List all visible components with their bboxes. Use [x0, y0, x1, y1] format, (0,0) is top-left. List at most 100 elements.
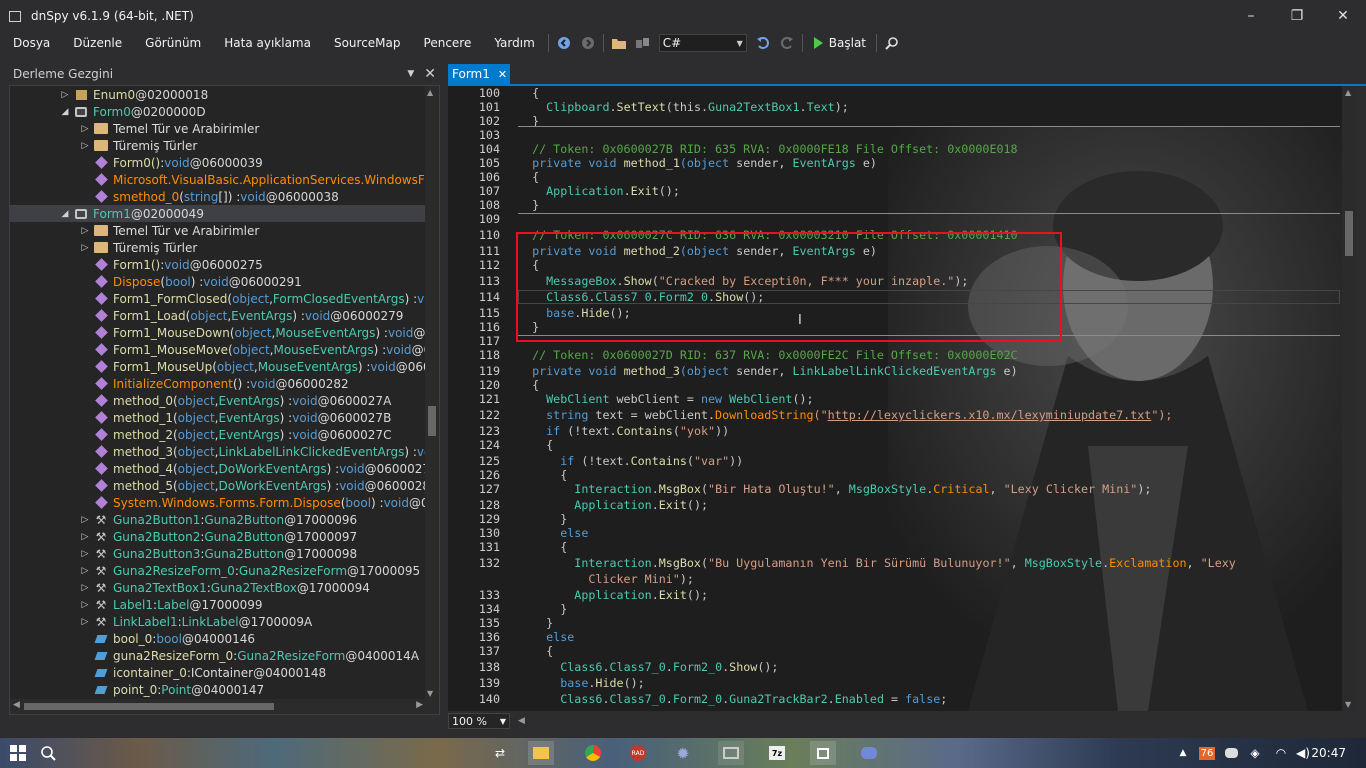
panel-close-icon[interactable]: ✕ — [424, 66, 436, 82]
code-line[interactable]: else — [518, 526, 588, 540]
tree-node[interactable]: smethod_0(string[]) : void @06000038 — [10, 188, 425, 205]
forward-icon[interactable] — [578, 33, 598, 53]
file-explorer-icon[interactable] — [528, 741, 554, 765]
expand-toggle-icon[interactable]: ▷ — [80, 120, 90, 137]
tree-node[interactable]: Microsoft.VisualBasic.ApplicationService… — [10, 171, 425, 188]
code-line[interactable]: { — [518, 644, 553, 658]
code-line[interactable]: private void method_1(object sender, Eve… — [518, 156, 877, 170]
tree-node[interactable]: Form1_FormClosed(object, FormClosedEvent… — [10, 290, 425, 307]
code-line[interactable]: Clicker Mini"); — [518, 572, 694, 586]
tree-node[interactable]: ▷ Enum0 @02000018 — [10, 86, 425, 103]
tree-node[interactable]: ▷ ⚒ Guna2TextBox1 : Guna2TextBox @17000094 — [10, 579, 425, 596]
expand-toggle-icon[interactable]: ▷ — [80, 137, 90, 154]
scroll-up-icon[interactable]: ▲ — [1345, 88, 1351, 97]
menu-window[interactable]: Pencere — [411, 36, 482, 50]
code-line[interactable]: // Token: 0x0600027B RID: 635 RVA: 0x000… — [518, 142, 1018, 156]
scroll-left-icon[interactable]: ◀ — [13, 700, 20, 710]
code-line[interactable]: if (!text.Contains("yok")) — [518, 424, 729, 438]
code-line[interactable]: { — [518, 378, 539, 392]
tree-node[interactable]: method_1(object, EventArgs) : void @0600… — [10, 409, 425, 426]
code-line[interactable]: Class6.Class7_0.Form2_0.Guna2TrackBar2.E… — [518, 692, 947, 706]
scroll-thumb[interactable] — [428, 406, 436, 436]
tree-node[interactable]: InitializeComponent() : void @06000282 — [10, 375, 425, 392]
menu-edit[interactable]: Düzenle — [60, 36, 132, 50]
code-line[interactable]: Interaction.MsgBox("Bu Uygulamanın Yeni … — [518, 556, 1236, 570]
assembly-tree[interactable]: ▷ Enum0 @02000018 ◢ Form0 @0200000D ▷ Temel T… — [9, 85, 440, 715]
tree-node[interactable]: ▷ Türemiş Türler — [10, 239, 425, 256]
tree-node[interactable]: Form0() : void @06000039 — [10, 154, 425, 171]
rad-icon[interactable]: RAD — [625, 741, 651, 765]
code-line[interactable]: { — [518, 170, 539, 184]
search-icon[interactable] — [882, 33, 902, 53]
scroll-thumb[interactable] — [1345, 211, 1353, 256]
tree-node[interactable]: Form1_Load(object, EventArgs) : void @06… — [10, 307, 425, 324]
scroll-thumb[interactable] — [24, 703, 274, 710]
code-line[interactable]: } — [518, 198, 539, 212]
wifi-icon[interactable]: ◠ — [1272, 741, 1290, 765]
tree-node[interactable]: Form1_MouseUp(object, MouseEventArgs) : … — [10, 358, 425, 375]
panel-menu-icon[interactable]: ▼ — [407, 69, 414, 79]
clock[interactable]: 20:47 — [1311, 738, 1346, 768]
expand-toggle-icon[interactable]: ▷ — [80, 528, 90, 545]
tree-node[interactable]: icontainer_0 : IContainer @04000148 — [10, 664, 425, 681]
tray-app-icon[interactable]: ◈ — [1246, 741, 1264, 765]
code-line[interactable]: Application.Exit(); — [518, 184, 680, 198]
tree-horizontal-scrollbar[interactable]: ◀ ▶ — [10, 699, 439, 714]
7zip-icon[interactable]: 7z — [764, 741, 790, 765]
expand-toggle-icon[interactable]: ▷ — [80, 579, 90, 596]
code-line[interactable]: Application.Exit(); — [518, 588, 708, 602]
tree-node[interactable]: ▷ ⚒ Guna2Button3 : Guna2Button @17000098 — [10, 545, 425, 562]
expand-toggle-icon[interactable]: ◢ — [60, 103, 70, 120]
menu-help[interactable]: Yardım — [481, 36, 544, 50]
expand-toggle-icon[interactable]: ▷ — [60, 86, 70, 103]
open-folder-icon[interactable] — [609, 33, 629, 53]
tray-chevron-icon[interactable]: ▲ — [1176, 741, 1190, 765]
app-gear-icon[interactable]: ✹ — [670, 741, 696, 765]
tray-discord-icon[interactable] — [1222, 741, 1240, 765]
tree-node[interactable]: ▷ Temel Tür ve Arabirimler — [10, 222, 425, 239]
code-line[interactable]: Clipboard.SetText(this.Guna2TextBox1.Tex… — [518, 100, 849, 114]
open-list-icon[interactable] — [633, 33, 653, 53]
code-line[interactable]: WebClient webClient = new WebClient(); — [518, 392, 813, 406]
tree-node[interactable]: method_0(object, EventArgs) : void @0600… — [10, 392, 425, 409]
code-line[interactable]: else — [518, 630, 574, 644]
expand-toggle-icon[interactable]: ◢ — [60, 205, 70, 222]
tree-node[interactable]: ◢ Form1 @02000049 — [10, 205, 425, 222]
tree-node[interactable]: Form1() : void @06000275 — [10, 256, 425, 273]
tree-node[interactable]: Form1_MouseMove(object, MouseEventArgs) … — [10, 341, 425, 358]
menu-debug[interactable]: Hata ayıklama — [211, 36, 321, 50]
code-editor[interactable]: 100 {101 Clipboard.SetText(this.Guna2Tex… — [448, 86, 1348, 711]
tree-node[interactable]: ▷ ⚒ Label1 : Label @17000099 — [10, 596, 425, 613]
tree-node[interactable]: ▷ ⚒ LinkLabel1 : LinkLabel @1700009A — [10, 613, 425, 630]
tree-node[interactable]: bool_0 : bool @04000146 — [10, 630, 425, 647]
scroll-left-icon[interactable]: ◀ — [518, 716, 525, 726]
code-line[interactable]: if (!text.Contains("var")) — [518, 454, 743, 468]
undo-icon[interactable] — [753, 33, 773, 53]
scroll-up-icon[interactable]: ▲ — [427, 88, 433, 97]
tree-node[interactable]: ▷ ⚒ Guna2Button2 : Guna2Button @17000097 — [10, 528, 425, 545]
tree-node[interactable]: ▷ Temel Tür ve Arabirimler — [10, 120, 425, 137]
code-line[interactable]: string text = webClient.DownloadString("… — [518, 408, 1172, 422]
volume-icon[interactable]: ◀) — [1294, 741, 1312, 765]
expand-toggle-icon[interactable]: ▷ — [80, 562, 90, 579]
tree-node[interactable]: method_5(object, DoWorkEventArgs) : void… — [10, 477, 425, 494]
code-line[interactable]: { — [518, 86, 539, 100]
tab-form1[interactable]: Form1 ✕ — [448, 64, 510, 84]
tree-node[interactable]: ▷ ⚒ Guna2Button1 : Guna2Button @17000096 — [10, 511, 425, 528]
windows-start-icon[interactable] — [8, 741, 28, 765]
code-line[interactable]: base.Hide(); — [518, 676, 644, 690]
tree-node[interactable]: method_4(object, DoWorkEventArgs) : void… — [10, 460, 425, 477]
tree-node[interactable]: ◢ Form0 @0200000D — [10, 103, 425, 120]
editor-vertical-scrollbar[interactable]: ▲ ▼ — [1342, 86, 1356, 711]
code-line[interactable]: private void method_3(object sender, Lin… — [518, 364, 1018, 378]
taskbar-search-icon[interactable] — [38, 741, 58, 765]
menu-view[interactable]: Görünüm — [132, 36, 211, 50]
tree-node[interactable]: point_0 : Point @04000147 — [10, 681, 425, 698]
code-line[interactable]: { — [518, 438, 553, 452]
maximize-button[interactable]: ❐ — [1274, 0, 1320, 32]
task-view-icon[interactable]: ⇄ — [490, 741, 510, 765]
dnspy-task-icon[interactable] — [810, 741, 836, 765]
menu-file[interactable]: Dosya — [0, 36, 60, 50]
code-line[interactable]: { — [518, 540, 567, 554]
zoom-select[interactable]: 100 % ▼ — [448, 713, 510, 729]
